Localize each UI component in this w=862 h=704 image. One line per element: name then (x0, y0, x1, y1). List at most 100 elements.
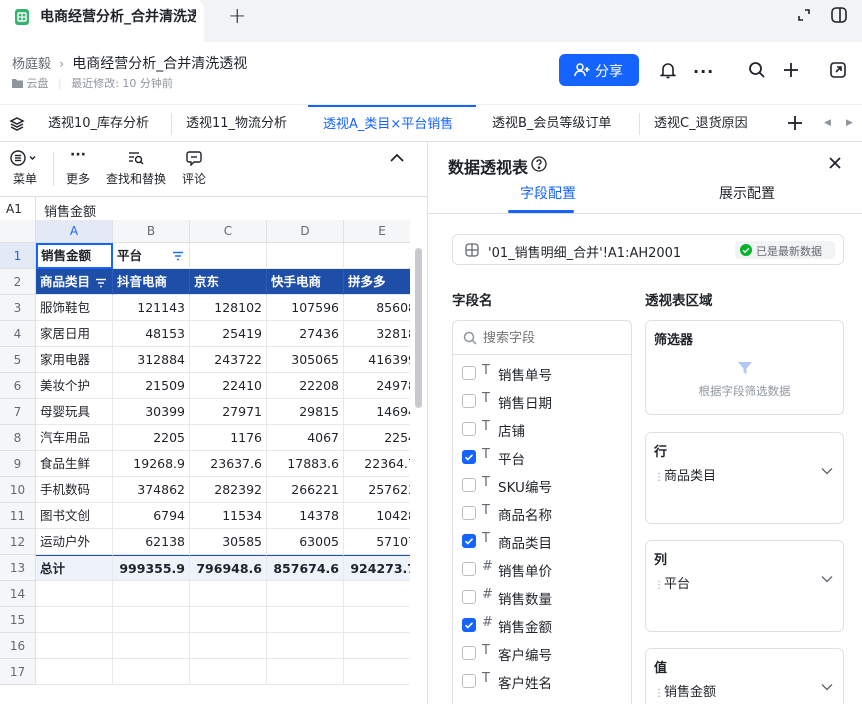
grid-cell[interactable]: 796948.6 (190, 555, 267, 581)
row-header[interactable]: 1 (0, 243, 36, 269)
bell-icon[interactable] (660, 61, 676, 79)
grid-cell[interactable]: 29815 (267, 399, 344, 425)
grid-cell[interactable]: 22208 (267, 373, 344, 399)
value-zone[interactable]: 值 ⋮销售金额 (645, 648, 844, 704)
sheet-tab-member-orders[interactable]: 透视B_会员等级订单 (492, 105, 628, 143)
field-checkbox[interactable] (462, 534, 476, 548)
grid-cell[interactable]: 374862 (113, 477, 190, 503)
row-header[interactable]: 17 (0, 659, 36, 685)
grid-cell[interactable]: 总计 (36, 555, 113, 581)
grid-cell[interactable]: 22410 (190, 373, 267, 399)
row-header[interactable]: 6 (0, 373, 36, 399)
grid-cell[interactable] (113, 633, 190, 659)
new-tab-plus-icon[interactable]: + (228, 4, 246, 29)
row-header[interactable]: 12 (0, 529, 36, 555)
grid-cell[interactable] (36, 607, 113, 633)
sheet-tab-category-platform[interactable]: 透视A_类目×平台销售 (308, 105, 476, 143)
document-location[interactable]: 云盘 (27, 77, 49, 90)
open-external-icon[interactable] (829, 61, 847, 79)
row-header[interactable]: 13 (0, 555, 36, 581)
column-header[interactable]: D (267, 220, 344, 243)
grid-cell[interactable]: 107596 (267, 295, 344, 321)
grid-cell[interactable] (267, 581, 344, 607)
grid-cell[interactable]: 22364.7 (344, 451, 410, 477)
grid-cell[interactable]: 48153 (113, 321, 190, 347)
grid-cell[interactable]: 食品生鲜 (36, 451, 113, 477)
grid-cell[interactable]: 243722 (190, 347, 267, 373)
grid-cell[interactable]: 257623 (344, 477, 410, 503)
scroll-tabs-right-icon[interactable]: ▶ (846, 118, 853, 128)
tab-field-config[interactable]: 字段配置 (520, 183, 576, 203)
grid-cell[interactable]: 服饰鞋包 (36, 295, 113, 321)
grid-cell[interactable]: 128102 (190, 295, 267, 321)
select-all-corner[interactable] (0, 220, 36, 243)
add-icon[interactable] (782, 61, 800, 79)
grid-cell[interactable] (190, 659, 267, 685)
field-checkbox[interactable] (462, 450, 476, 464)
grid-cell[interactable] (190, 607, 267, 633)
field-checkbox[interactable] (462, 674, 476, 688)
field-checkbox[interactable] (462, 646, 476, 660)
grid-cell[interactable]: 拼多多 (344, 269, 410, 295)
field-checkbox[interactable] (462, 590, 476, 604)
grid-cell[interactable] (190, 243, 267, 269)
tab-display-config[interactable]: 展示配置 (719, 183, 775, 203)
grid-cell[interactable]: 305065 (267, 347, 344, 373)
grid-cell[interactable]: 1176 (190, 425, 267, 451)
grid-cell[interactable] (344, 607, 410, 633)
collapse-toolbar-icon[interactable] (389, 152, 405, 164)
add-sheet-icon[interactable] (786, 114, 804, 132)
grid-cell[interactable]: 14378 (267, 503, 344, 529)
column-filter-icon[interactable] (172, 251, 184, 261)
grid-cell[interactable] (267, 659, 344, 685)
column-header[interactable]: E (344, 220, 410, 243)
row-zone-item[interactable]: ⋮商品类目 (654, 465, 716, 484)
grid-cell[interactable]: 21509 (113, 373, 190, 399)
grid-cell[interactable]: 2254 (344, 425, 410, 451)
grid-cell[interactable]: 11534 (190, 503, 267, 529)
row-header[interactable]: 4 (0, 321, 36, 347)
more-button[interactable]: ··· 更多 (62, 148, 94, 187)
grid-cell[interactable]: 17883.6 (267, 451, 344, 477)
column-header[interactable]: B (113, 220, 190, 243)
field-checkbox[interactable] (462, 506, 476, 520)
grid-cell[interactable]: 63005 (267, 529, 344, 555)
grid-cell[interactable]: 运动户外 (36, 529, 113, 555)
grid-cell[interactable]: 6794 (113, 503, 190, 529)
row-zone[interactable]: 行 ⋮商品类目 (645, 432, 844, 524)
grid-cell[interactable]: 62138 (113, 529, 190, 555)
column-header[interactable]: C (190, 220, 267, 243)
field-checkbox[interactable] (462, 562, 476, 576)
chevron-down-icon[interactable] (821, 467, 833, 475)
grid-cell[interactable] (267, 243, 344, 269)
grid-cell[interactable]: 2205 (113, 425, 190, 451)
grid-cell[interactable] (113, 607, 190, 633)
grid-cell[interactable]: 999355.9 (113, 555, 190, 581)
grid-cell[interactable]: 416399 (344, 347, 410, 373)
sheet-tab-inventory[interactable]: 透视10_库存分析 (48, 105, 170, 143)
grid-cell[interactable]: 4067 (267, 425, 344, 451)
grid-cell[interactable] (344, 243, 410, 269)
grid-cell[interactable]: 图书文创 (36, 503, 113, 529)
row-header[interactable]: 5 (0, 347, 36, 373)
grid-cell[interactable]: 24978 (344, 373, 410, 399)
grid-cell[interactable]: 销售金额 (36, 243, 113, 269)
field-checkbox[interactable] (462, 394, 476, 408)
grid-cell[interactable]: 快手电商 (267, 269, 344, 295)
grid-cell[interactable]: 23637.6 (190, 451, 267, 477)
grid-cell[interactable]: 京东 (190, 269, 267, 295)
grid-cell[interactable]: 19268.9 (113, 451, 190, 477)
field-checkbox[interactable] (462, 366, 476, 380)
column-zone-item[interactable]: ⋮平台 (654, 573, 690, 592)
grid-cell[interactable]: 924273.7 (344, 555, 410, 581)
grid-cell[interactable]: 母婴玩具 (36, 399, 113, 425)
grid-cell[interactable] (267, 633, 344, 659)
split-view-icon[interactable] (830, 6, 848, 24)
help-icon[interactable] (531, 156, 547, 172)
grid-cell[interactable]: 10428 (344, 503, 410, 529)
sheet-tab-logistics[interactable]: 透视11_物流分析 (186, 105, 298, 143)
grid-cell[interactable]: 266221 (267, 477, 344, 503)
grid-cell[interactable] (267, 607, 344, 633)
grid-cell[interactable] (36, 633, 113, 659)
grid-cell[interactable]: 312884 (113, 347, 190, 373)
